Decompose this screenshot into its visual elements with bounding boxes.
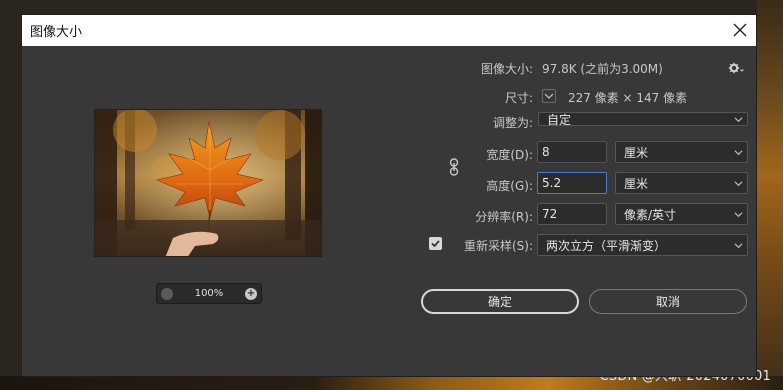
zoom-percent: 100%	[194, 288, 224, 299]
height-input[interactable]: 5.2	[537, 172, 607, 194]
dimensions-dropdown[interactable]	[542, 89, 556, 103]
cancel-button[interactable]: 取消	[589, 289, 747, 314]
resolution-unit-value: 像素/英寸	[624, 207, 677, 222]
chevron-down-icon	[734, 149, 743, 155]
resample-method-value: 两次立方（平滑渐变）	[546, 238, 667, 253]
resample-checkbox[interactable]	[429, 237, 442, 250]
resolution-label: 分辨率(R):	[475, 210, 533, 224]
fit-to-value: 自定	[547, 112, 572, 127]
dialog-titlebar: 图像大小	[22, 15, 756, 46]
fit-to-label: 调整为:	[492, 116, 533, 130]
height-unit-select[interactable]: 厘米	[615, 172, 748, 194]
width-unit-select[interactable]: 厘米	[615, 141, 748, 163]
resample-method-select[interactable]: 两次立方（平滑渐变）	[537, 234, 748, 256]
height-unit-value: 厘米	[624, 176, 649, 191]
checkmark-icon	[431, 240, 440, 248]
background-photo-edge	[757, 0, 783, 390]
image-size-label: 图像大小:	[480, 62, 533, 76]
image-size-value: 97.8K (之前为3.00M)	[542, 62, 663, 76]
chevron-down-icon	[734, 242, 743, 248]
width-input[interactable]: 8	[537, 141, 607, 163]
image-size-dialog: 图像大小 – 100% + 图像大小: 97.8K (之前为3.00M) 尺寸:…	[21, 14, 757, 377]
image-preview[interactable]	[94, 109, 322, 257]
chevron-down-icon	[734, 116, 743, 122]
close-icon[interactable]	[730, 20, 750, 40]
zoom-in-icon[interactable]: +	[245, 287, 257, 300]
fit-to-select[interactable]: 自定	[538, 112, 748, 127]
dimensions-value: 227 像素 × 147 像素	[568, 91, 688, 105]
chevron-down-icon	[544, 93, 554, 99]
dialog-title: 图像大小	[30, 25, 83, 40]
width-unit-value: 厘米	[624, 145, 649, 160]
ok-button[interactable]: 确定	[421, 289, 579, 314]
chevron-down-icon	[734, 180, 743, 186]
dimensions-label: 尺寸:	[504, 91, 533, 105]
zoom-out-icon[interactable]: –	[161, 287, 173, 300]
gear-icon[interactable]	[728, 62, 744, 74]
zoom-control: – 100% +	[156, 283, 262, 304]
width-label: 宽度(D):	[486, 148, 533, 162]
height-label: 高度(G):	[486, 179, 533, 193]
resample-label: 重新采样(S):	[463, 239, 533, 253]
leaf-image	[95, 110, 321, 256]
chevron-down-icon	[734, 211, 743, 217]
resolution-unit-select[interactable]: 像素/英寸	[615, 203, 748, 225]
resolution-input[interactable]: 72	[537, 203, 607, 225]
